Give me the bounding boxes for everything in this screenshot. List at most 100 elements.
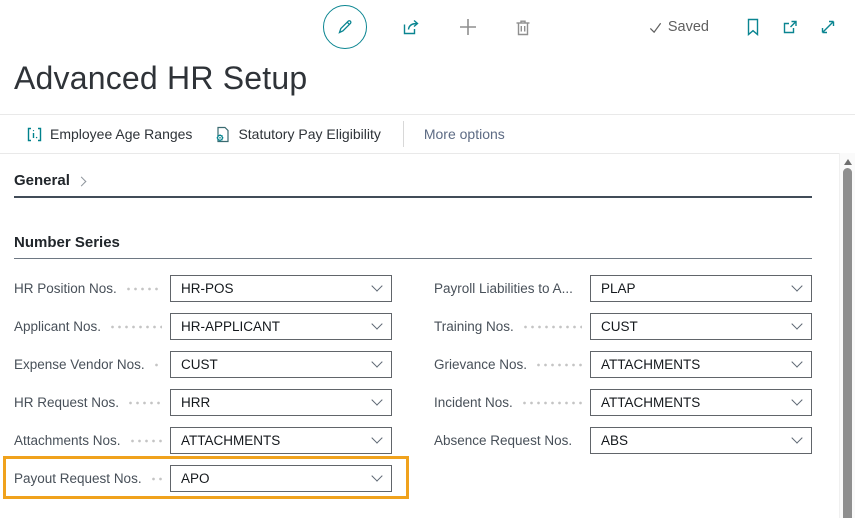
- vertical-scrollbar[interactable]: [839, 153, 855, 518]
- combobox-value: HR-POS: [181, 280, 234, 296]
- open-in-new-window-icon: [781, 18, 799, 36]
- dotted-leader: [127, 401, 162, 405]
- field-row-expense-vendor-nos: Expense Vendor Nos. CUST: [14, 345, 392, 383]
- action-label: Employee Age Ranges: [50, 126, 193, 142]
- field-label: Payroll Liabilities to A...: [434, 280, 573, 296]
- advanced-hr-setup-page: Saved Advanced HR Setup Employee Age Ran…: [0, 0, 855, 518]
- field-combobox[interactable]: HR-POS: [170, 274, 392, 302]
- combobox-value: APO: [181, 470, 210, 486]
- expand-button[interactable]: [819, 18, 837, 36]
- field-row-training-nos: Training Nos. CUST: [434, 307, 812, 345]
- chevron-down-icon[interactable]: [791, 318, 803, 330]
- field-label: Attachments Nos.: [14, 432, 121, 448]
- field-row-incident-nos: Incident Nos. ATTACHMENTS: [434, 383, 812, 421]
- field-label: Expense Vendor Nos.: [14, 356, 145, 372]
- chevron-down-icon[interactable]: [791, 280, 803, 292]
- field-row-payroll-liabilities-to-a: Payroll Liabilities to A... PLAP: [434, 269, 812, 307]
- number-series-fields: HR Position Nos. HR-POS Applicant Nos. H…: [3, 269, 812, 499]
- save-status: Saved: [648, 19, 709, 35]
- bookmark-button[interactable]: [745, 18, 761, 36]
- dotted-leader: [520, 401, 582, 405]
- combobox-value: ATTACHMENTS: [181, 432, 281, 448]
- chevron-down-icon[interactable]: [791, 394, 803, 406]
- toolbar-center-group: [322, 5, 533, 49]
- field-combobox[interactable]: ATTACHMENTS: [590, 388, 812, 416]
- field-combobox[interactable]: ATTACHMENTS: [170, 426, 392, 454]
- field-row-applicant-nos: Applicant Nos. HR-APPLICANT: [14, 307, 392, 345]
- chevron-down-icon[interactable]: [371, 470, 383, 482]
- field-combobox[interactable]: CUST: [170, 350, 392, 378]
- field-label: HR Position Nos.: [14, 280, 117, 296]
- combobox-value: PLAP: [601, 280, 636, 296]
- field-combobox[interactable]: PLAP: [590, 274, 812, 302]
- field-combobox[interactable]: HR-APPLICANT: [170, 312, 392, 340]
- chevron-down-icon[interactable]: [791, 356, 803, 368]
- dotted-leader: [124, 287, 162, 291]
- trash-icon: [513, 17, 533, 37]
- dotted-leader: [580, 439, 582, 443]
- number-series-section-header[interactable]: Number Series: [14, 234, 812, 259]
- combobox-value: CUST: [601, 318, 638, 334]
- field-row-absence-request-nos: Absence Request Nos. ABS: [434, 421, 812, 459]
- chevron-down-icon[interactable]: [371, 356, 383, 368]
- dotted-leader: [152, 363, 162, 367]
- combobox-value: HRR: [181, 394, 211, 410]
- scrollbar-up-arrow[interactable]: [843, 159, 852, 165]
- field-combobox[interactable]: CUST: [590, 312, 812, 340]
- field-combobox[interactable]: ABS: [590, 426, 812, 454]
- save-status-label: Saved: [667, 19, 709, 35]
- chevron-down-icon[interactable]: [791, 432, 803, 444]
- field-label: HR Request Nos.: [14, 394, 120, 410]
- edit-button[interactable]: [322, 5, 367, 49]
- field-combobox[interactable]: ATTACHMENTS: [590, 350, 812, 378]
- dotted-leader: [535, 363, 582, 367]
- share-button[interactable]: [401, 16, 423, 38]
- field-row-attachments-nos: Attachments Nos. ATTACHMENTS: [14, 421, 392, 459]
- chevron-down-icon[interactable]: [371, 394, 383, 406]
- field-row-hr-request-nos: HR Request Nos. HRR: [14, 383, 392, 421]
- field-label: Grievance Nos.: [434, 356, 528, 372]
- fields-left-column: HR Position Nos. HR-POS Applicant Nos. H…: [3, 269, 409, 499]
- scrollbar-thumb[interactable]: [843, 168, 852, 518]
- employee-age-ranges-icon: [26, 126, 43, 143]
- chevron-right-icon: [76, 176, 87, 186]
- field-label: Absence Request Nos.: [434, 432, 573, 448]
- top-toolbar: Saved: [0, 0, 855, 54]
- field-row-grievance-nos: Grievance Nos. ATTACHMENTS: [434, 345, 812, 383]
- statutory-pay-eligibility-icon: [214, 126, 231, 143]
- combobox-value: ATTACHMENTS: [601, 394, 701, 410]
- action-statutory-pay-eligibility[interactable]: Statutory Pay Eligibility: [214, 126, 381, 143]
- delete-button[interactable]: [513, 17, 533, 37]
- action-employee-age-ranges[interactable]: Employee Age Ranges: [26, 126, 192, 143]
- general-section-header[interactable]: General: [14, 172, 812, 198]
- field-label: Incident Nos.: [434, 394, 513, 410]
- chevron-down-icon[interactable]: [371, 280, 383, 292]
- dotted-leader: [149, 477, 162, 481]
- chevron-down-icon[interactable]: [371, 432, 383, 444]
- number-series-section: Number Series HR Position Nos. HR-POS Ap…: [3, 234, 812, 499]
- field-label: Payout Request Nos.: [14, 470, 142, 486]
- combobox-value: HR-APPLICANT: [181, 318, 281, 334]
- page-title: Advanced HR Setup: [14, 60, 308, 96]
- new-button[interactable]: [457, 16, 479, 38]
- field-combobox[interactable]: HRR: [170, 388, 392, 416]
- field-label: Training Nos.: [434, 318, 514, 334]
- expand-icon: [819, 18, 837, 36]
- open-in-new-window-button[interactable]: [781, 18, 799, 36]
- page-content: General Number Series HR Position Nos. H…: [0, 154, 855, 499]
- combobox-value: ATTACHMENTS: [601, 356, 701, 372]
- share-icon: [401, 16, 423, 38]
- field-label: Applicant Nos.: [14, 318, 102, 334]
- action-bar: Employee Age Ranges Statutory Pay Eligib…: [0, 114, 855, 154]
- chevron-down-icon[interactable]: [371, 318, 383, 330]
- action-label: Statutory Pay Eligibility: [238, 126, 381, 142]
- field-row-payout-request-nos: Payout Request Nos. APO: [3, 456, 409, 499]
- action-bar-divider: [402, 121, 404, 147]
- dotted-leader: [109, 325, 162, 329]
- field-combobox[interactable]: APO: [170, 464, 392, 492]
- bookmark-icon: [745, 18, 761, 36]
- check-icon: [648, 20, 663, 35]
- more-options-button[interactable]: More options: [424, 126, 505, 142]
- dotted-leader: [128, 439, 162, 443]
- number-series-section-label: Number Series: [14, 234, 120, 251]
